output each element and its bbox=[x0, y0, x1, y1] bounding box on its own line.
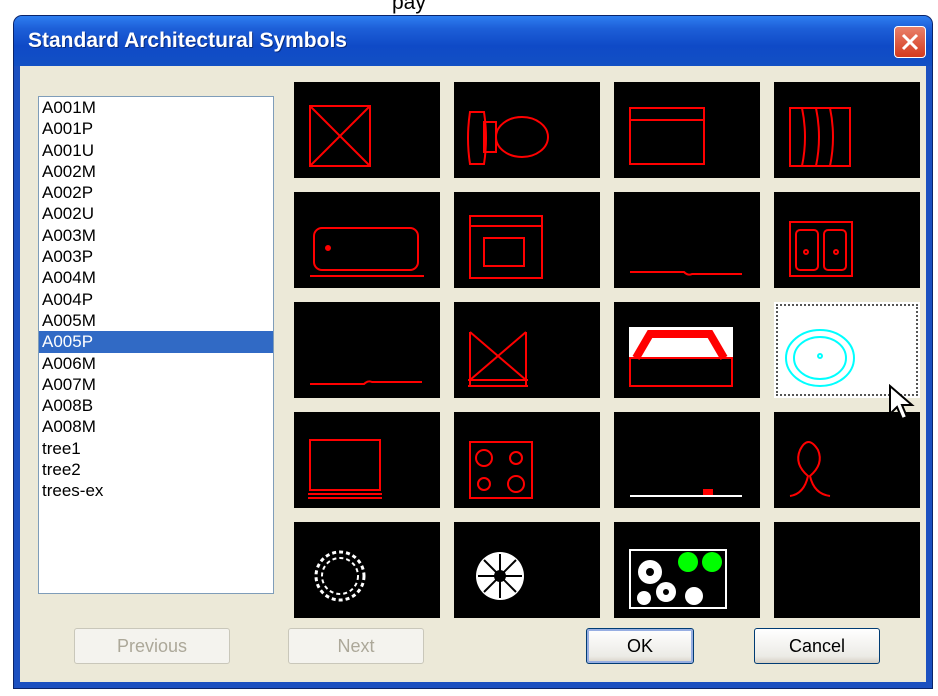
symbol-graphic bbox=[629, 107, 705, 165]
symbol-graphic bbox=[629, 549, 727, 609]
dialog-client-area: A001M A001P A001U A002M A002P A002U A003… bbox=[20, 66, 926, 682]
symbol-tile-fireplace[interactable] bbox=[614, 302, 760, 398]
title-bar[interactable]: Standard Architectural Symbols bbox=[14, 16, 932, 66]
list-item[interactable]: A007M bbox=[39, 374, 273, 395]
symbol-graphic bbox=[310, 227, 424, 277]
symbol-tile-square-cross[interactable] bbox=[294, 82, 440, 178]
list-item[interactable]: tree1 bbox=[39, 438, 273, 459]
symbol-tile-frame[interactable] bbox=[294, 412, 440, 508]
symbol-tile-cabinet[interactable] bbox=[614, 82, 760, 178]
symbol-graphic bbox=[469, 441, 533, 499]
symbol-tile-stove[interactable] bbox=[454, 412, 600, 508]
close-button[interactable] bbox=[894, 26, 926, 58]
symbol-tile-wall-line[interactable] bbox=[614, 412, 760, 508]
symbol-tile-empty[interactable] bbox=[774, 522, 920, 618]
symbol-graphic bbox=[630, 271, 742, 276]
symbol-tile-box-cross[interactable] bbox=[454, 302, 600, 398]
symbol-tile-tree-canopy[interactable] bbox=[454, 522, 600, 618]
symbol-graphic bbox=[310, 380, 422, 385]
symbol-graphic bbox=[314, 550, 366, 602]
list-item[interactable]: A008M bbox=[39, 416, 273, 437]
list-item[interactable]: A006M bbox=[39, 353, 273, 374]
list-item[interactable]: A005M bbox=[39, 310, 273, 331]
list-item[interactable]: A001U bbox=[39, 140, 273, 161]
list-item[interactable]: A004M bbox=[39, 267, 273, 288]
next-button[interactable]: Next bbox=[288, 628, 424, 664]
symbol-tile-tree-ring[interactable] bbox=[294, 522, 440, 618]
list-item[interactable]: A001M bbox=[39, 97, 273, 118]
list-item[interactable]: A002M bbox=[39, 161, 273, 182]
symbol-tile-floor-line[interactable] bbox=[614, 192, 760, 288]
list-item[interactable]: A008B bbox=[39, 395, 273, 416]
symbol-tile-bathtub[interactable] bbox=[294, 192, 440, 288]
symbol-graphic bbox=[308, 439, 382, 499]
list-item-selected[interactable]: A005P bbox=[39, 331, 273, 353]
symbol-tile-floor-line-2[interactable] bbox=[294, 302, 440, 398]
background-text: pay bbox=[392, 0, 426, 14]
ok-button[interactable]: OK bbox=[586, 628, 694, 664]
list-item[interactable]: tree2 bbox=[39, 459, 273, 480]
list-item[interactable]: A001P bbox=[39, 118, 273, 139]
symbol-graphic bbox=[476, 552, 524, 600]
dialog-window: Standard Architectural Symbols A001M A00… bbox=[14, 16, 932, 688]
list-item[interactable]: A004P bbox=[39, 289, 273, 310]
mouse-pointer-icon bbox=[889, 384, 915, 421]
symbol-graphic bbox=[309, 105, 371, 167]
symbol-tile-window-unit[interactable] bbox=[454, 192, 600, 288]
list-item[interactable]: A003P bbox=[39, 246, 273, 267]
symbol-graphic bbox=[467, 111, 549, 165]
symbol-graphic bbox=[468, 331, 528, 387]
symbol-tile-omega[interactable] bbox=[774, 412, 920, 508]
symbol-graphic bbox=[469, 215, 543, 279]
dialog-title: Standard Architectural Symbols bbox=[28, 29, 347, 52]
background-strip: pay bbox=[0, 0, 938, 16]
list-item[interactable]: A002P bbox=[39, 182, 273, 203]
symbol-graphic bbox=[789, 441, 831, 497]
previous-button[interactable]: Previous bbox=[74, 628, 230, 664]
symbol-tile-toilet[interactable] bbox=[454, 82, 600, 178]
cancel-button[interactable]: Cancel bbox=[754, 628, 880, 664]
symbol-tile-trees-ex[interactable] bbox=[614, 522, 760, 618]
symbol-graphic bbox=[629, 327, 733, 387]
symbol-list[interactable]: A001M A001P A001U A002M A002P A002U A003… bbox=[38, 96, 274, 594]
close-icon bbox=[901, 33, 919, 51]
symbol-tile-curtains[interactable] bbox=[774, 82, 920, 178]
symbol-tile-double-sink[interactable] bbox=[774, 192, 920, 288]
list-item[interactable]: A002U bbox=[39, 203, 273, 224]
symbol-graphic bbox=[630, 489, 742, 497]
list-item[interactable]: A003M bbox=[39, 225, 273, 246]
symbol-graphic bbox=[789, 221, 853, 277]
symbol-graphic bbox=[789, 107, 851, 167]
symbol-grid bbox=[294, 82, 926, 622]
list-item[interactable]: trees-ex bbox=[39, 480, 273, 501]
